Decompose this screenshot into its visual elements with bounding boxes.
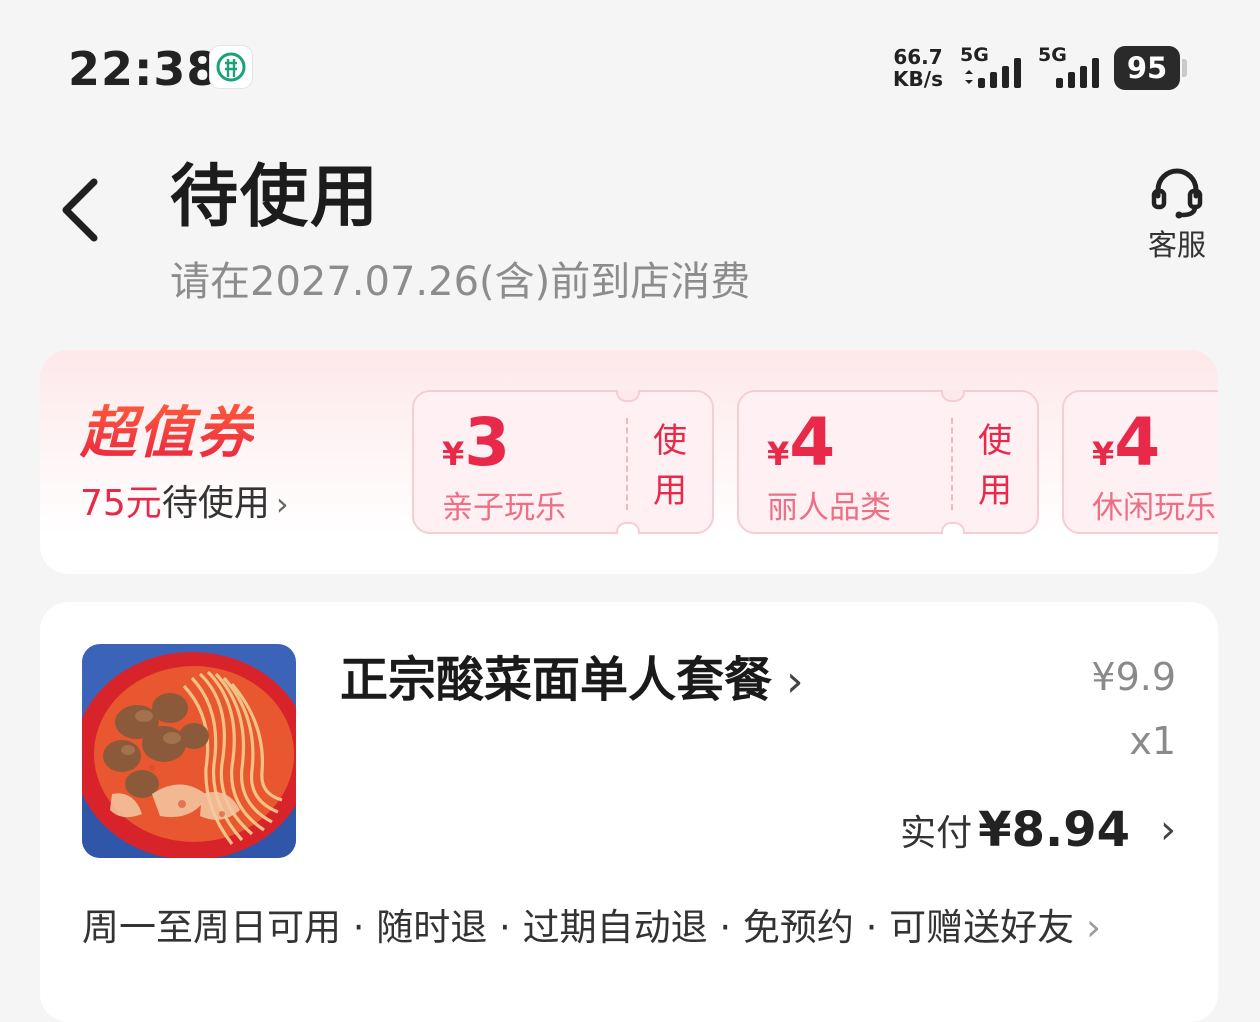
page-title: 待使用 — [170, 158, 381, 237]
paid-amount: ¥8.94 — [978, 802, 1130, 858]
paid-label: 实付 — [900, 813, 973, 854]
coupon-summary-text: 待使用 — [161, 483, 270, 524]
chevron-right-icon: › — [1160, 807, 1176, 853]
coupon-amount: 4 — [789, 404, 836, 481]
coupon-total-amount: 75元 — [80, 483, 162, 524]
coupon-price: ¥4 — [1092, 402, 1160, 484]
ticket-notch — [616, 522, 640, 534]
coupon-use-button[interactable]: 使用 — [975, 416, 1015, 516]
status-time: 22:38 — [68, 42, 220, 96]
coupon-ticket[interactable]: ¥4 休闲玩乐 使用 — [1062, 390, 1218, 534]
battery-tip — [1182, 59, 1187, 77]
battery-indicator: 95 — [1114, 46, 1187, 90]
headset-icon — [1151, 168, 1203, 219]
back-arrow-icon — [62, 178, 98, 242]
signal-bars-icon — [965, 58, 1021, 88]
order-card[interactable]: 正宗酸菜面单人套餐 › ¥9.9 x1 实付 ¥8.94 › 周一至周日可用 · 随时… — [40, 602, 1218, 1022]
coupon-brand-logo: 超值券 — [80, 401, 254, 466]
product-image[interactable] — [82, 644, 296, 858]
coupon-amount: 3 — [464, 404, 511, 481]
signal-bars-icon — [1056, 58, 1099, 88]
unit-price: ¥9.9 — [1091, 655, 1176, 699]
coupon-summary-link[interactable]: 75元待使用 › — [80, 482, 289, 526]
product-name: 正宗酸菜面单人套餐 — [340, 652, 773, 708]
status-bar: 22:38 66.7 KB/s 5G 5G 95 — [0, 0, 1260, 130]
network-speed: 66.7 KB/s — [890, 46, 946, 90]
customer-service-label: 客服 — [1147, 228, 1206, 262]
coupon-price: ¥3 — [442, 402, 510, 484]
signal-strength-1: 5G — [960, 44, 1030, 90]
bank-app-icon — [210, 46, 252, 88]
chevron-right-icon: › — [275, 485, 289, 523]
coupon-currency: ¥ — [442, 435, 465, 473]
ticket-notch — [616, 390, 640, 402]
order-terms: 周一至周日可用 · 随时退 · 过期自动退 · 免预约 · 可赠送好友 — [82, 906, 1075, 949]
customer-service-button[interactable]: 客服 — [1132, 158, 1222, 268]
network-speed-value: 66.7 — [893, 45, 943, 69]
coupon-ticket[interactable]: ¥4 丽人品类 使用 — [737, 390, 1039, 534]
coupon-price: ¥4 — [767, 402, 835, 484]
coupon-card: 超值券 75元待使用 › ¥3 亲子玩乐 使用 ¥4 丽人品类 使用 ¥4 休闲玩… — [40, 350, 1218, 574]
coupon-currency: ¥ — [767, 435, 790, 473]
coupon-currency: ¥ — [1092, 435, 1115, 473]
ticket-divider — [951, 418, 953, 510]
quantity: x1 — [1129, 719, 1176, 763]
ticket-notch — [941, 522, 965, 534]
coupon-category: 丽人品类 — [767, 490, 891, 526]
coupon-category: 休闲玩乐 — [1092, 490, 1216, 526]
coupon-ticket[interactable]: ¥3 亲子玩乐 使用 — [412, 390, 714, 534]
noodle-bowl-image — [82, 644, 296, 858]
chevron-right-icon: › — [1086, 906, 1101, 949]
ticket-divider — [626, 418, 628, 510]
coupon-amount: 4 — [1114, 404, 1161, 481]
coupon-category: 亲子玩乐 — [442, 490, 566, 526]
page-subtitle: 请在2027.07.26(含)前到店消费 — [170, 259, 751, 305]
back-button[interactable] — [48, 170, 118, 250]
battery-level: 95 — [1114, 46, 1180, 90]
order-terms-link[interactable]: 周一至周日可用 · 随时退 · 过期自动退 · 免预约 · 可赠送好友 › — [82, 900, 1101, 956]
payment-detail-link[interactable]: 实付 ¥8.94 › — [900, 802, 1176, 858]
signal-strength-2: 5G — [1038, 44, 1108, 90]
chevron-right-icon: › — [786, 656, 804, 707]
coupon-use-button[interactable]: 使用 — [650, 416, 690, 516]
ticket-notch — [941, 390, 965, 402]
network-speed-unit: KB/s — [893, 67, 943, 91]
product-name-link[interactable]: 正宗酸菜面单人套餐 › — [340, 648, 804, 714]
